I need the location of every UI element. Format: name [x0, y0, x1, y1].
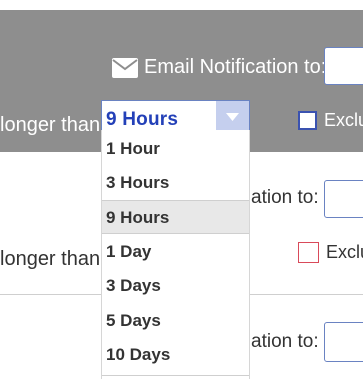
longer-than-label: longer than — [0, 114, 101, 136]
frequency-option[interactable]: 3 Hours — [102, 166, 249, 200]
frequency-option[interactable]: 1 Day — [102, 235, 249, 269]
longer-than-label-2: longer than — [0, 248, 101, 270]
email-notification-input-2[interactable] — [324, 180, 363, 218]
frequency-option[interactable]: 10 Days — [102, 338, 249, 372]
frequency-option[interactable]: 5 Days — [102, 304, 249, 338]
email-notification-row: Email Notification to: — [112, 56, 326, 79]
envelope-icon — [112, 57, 138, 78]
frequency-option-selected[interactable]: 9 Hours — [102, 200, 249, 234]
email-notification-label-3: ation to: — [251, 331, 319, 352]
exclude-option[interactable]: Exclu — [298, 110, 363, 131]
email-notification-input-3[interactable] — [324, 322, 363, 362]
email-notification-label-2: ation to: — [251, 187, 319, 208]
dropdown-bottom-edge — [102, 375, 249, 379]
frequency-option[interactable]: 3 Days — [102, 269, 249, 303]
exclude-label: Exclu — [324, 110, 363, 130]
exclude-checkbox[interactable] — [298, 111, 317, 130]
frequency-option[interactable]: 1 Hour — [102, 132, 249, 166]
frequency-dropdown-list: 1 Hour 3 Hours 9 Hours 1 Day 3 Days 5 Da… — [101, 130, 250, 379]
email-notification-label: Email Notification to: — [144, 56, 327, 78]
exclude-checkbox-2[interactable] — [298, 242, 319, 263]
frequency-select-value: 9 Hours — [106, 109, 179, 130]
chevron-down-icon — [226, 113, 239, 121]
exclude-label-2: Exclu — [326, 242, 363, 262]
exclude-option-2[interactable]: Exclu — [298, 242, 363, 263]
email-notification-input[interactable] — [324, 47, 363, 85]
